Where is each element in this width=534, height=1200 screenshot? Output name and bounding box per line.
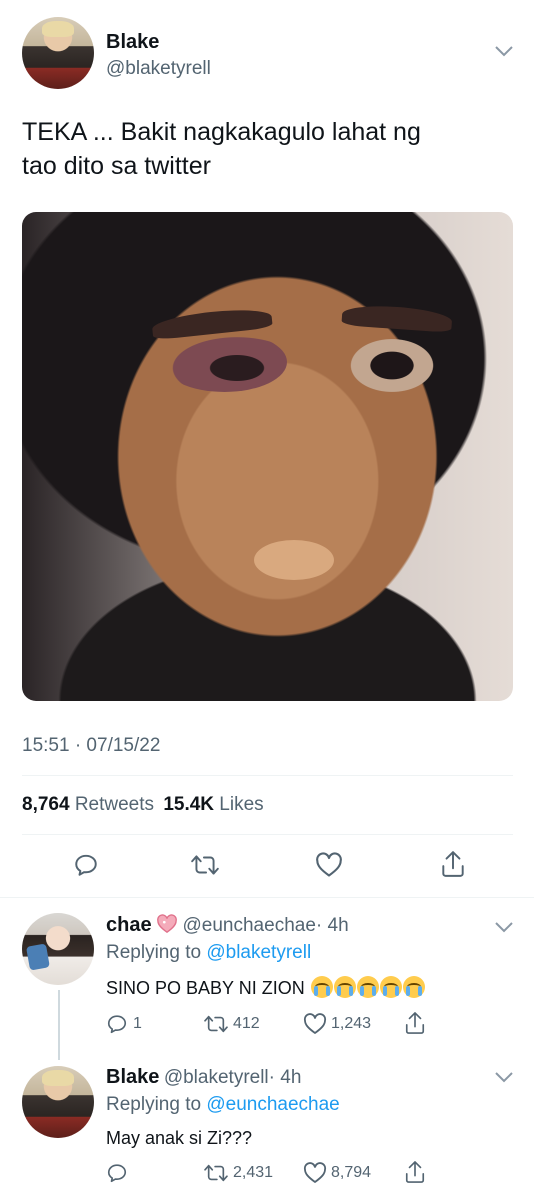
loudly-crying-face-emoji xyxy=(356,976,379,998)
retweets-label: Retweets xyxy=(74,794,155,815)
heart-icon[interactable] xyxy=(303,1162,327,1184)
retweet-count: 2,431 xyxy=(233,1164,274,1181)
likes-count: 15.4K xyxy=(163,794,215,815)
reply-author-handle[interactable]: @blaketyrell xyxy=(164,1067,269,1088)
loudly-crying-face-emoji xyxy=(379,976,402,998)
reply-icon[interactable] xyxy=(73,852,99,878)
share-icon[interactable] xyxy=(404,1160,426,1184)
tweet-media-image[interactable] xyxy=(22,212,513,701)
author-name[interactable]: Blake xyxy=(106,31,159,54)
reply-time[interactable]: · 4h xyxy=(316,915,349,936)
tweet-text-line-1: TEKA ... Bakit nagkakagulo lahat ng xyxy=(22,118,421,146)
retweet-icon[interactable] xyxy=(203,1162,229,1184)
reply-header: Blake @blaketyrell· 4h xyxy=(106,1066,301,1089)
replying-to-label: Replying to xyxy=(106,942,202,963)
divider xyxy=(0,897,534,898)
image-detail xyxy=(162,332,287,392)
heart-icon[interactable] xyxy=(315,852,343,878)
replying-to-label: Replying to xyxy=(106,1094,202,1115)
reply-author-name[interactable]: Blake xyxy=(106,1066,159,1088)
thread-line xyxy=(58,990,60,1060)
image-detail xyxy=(332,327,452,397)
reply-count: 1 xyxy=(133,1015,142,1032)
retweets-stat[interactable]: 8,764 Retweets xyxy=(22,794,159,815)
retweet-count: 412 xyxy=(233,1015,260,1032)
loudly-crying-face-emoji xyxy=(333,976,356,998)
chevron-down-icon[interactable] xyxy=(494,44,514,58)
like-count: 8,794 xyxy=(331,1164,372,1181)
likes-label: Likes xyxy=(219,794,264,815)
chevron-down-icon[interactable] xyxy=(494,920,514,934)
share-icon[interactable] xyxy=(440,850,466,878)
reply-time[interactable]: · 4h xyxy=(269,1067,302,1088)
replying-to: Replying to @blaketyrell xyxy=(106,942,311,964)
like-count: 1,243 xyxy=(331,1015,372,1032)
loudly-crying-face-emoji xyxy=(310,976,333,998)
likes-stat[interactable]: 15.4K Likes xyxy=(163,794,263,815)
reply-text: SINO PO BABY NI ZION xyxy=(106,976,425,999)
replying-to: Replying to @eunchaechae xyxy=(106,1094,340,1116)
sparkling-heart-emoji xyxy=(157,914,177,934)
loudly-crying-face-emoji xyxy=(402,976,425,998)
share-icon[interactable] xyxy=(404,1011,426,1035)
image-detail xyxy=(254,540,334,580)
retweets-count: 8,764 xyxy=(22,794,70,815)
tweet-text: TEKA ... Bakit nagkakagulo lahat ng tao … xyxy=(22,115,512,183)
replying-to-handle[interactable]: @blaketyrell xyxy=(206,942,311,963)
reply-author-name[interactable]: chae xyxy=(106,914,152,936)
reply-avatar[interactable] xyxy=(22,1066,94,1138)
retweet-icon[interactable] xyxy=(190,852,220,878)
author-handle[interactable]: @blaketyrell xyxy=(106,58,211,80)
tweet-timestamp[interactable]: 15:51 · 07/15/22 xyxy=(22,735,160,757)
chevron-down-icon[interactable] xyxy=(494,1070,514,1084)
reply-icon[interactable] xyxy=(106,1013,128,1035)
heart-icon[interactable] xyxy=(303,1013,327,1035)
reply-icon[interactable] xyxy=(106,1162,128,1184)
divider xyxy=(22,834,513,835)
reply-text-content: SINO PO BABY NI ZION xyxy=(106,978,305,998)
reply-avatar[interactable] xyxy=(22,913,94,985)
tweet-text-line-2: tao dito sa twitter xyxy=(22,152,211,180)
reply-text: May anak si Zi??? xyxy=(106,1128,253,1148)
tweet-stats: 8,764 Retweets 15.4K Likes xyxy=(22,794,264,816)
retweet-icon[interactable] xyxy=(203,1013,229,1035)
author-avatar[interactable] xyxy=(22,17,94,89)
reply-author-handle[interactable]: @eunchaechae xyxy=(183,915,316,936)
reply-header: chae @eunchaechae· 4h xyxy=(106,914,349,937)
replying-to-handle[interactable]: @eunchaechae xyxy=(206,1094,339,1115)
divider xyxy=(22,775,513,776)
